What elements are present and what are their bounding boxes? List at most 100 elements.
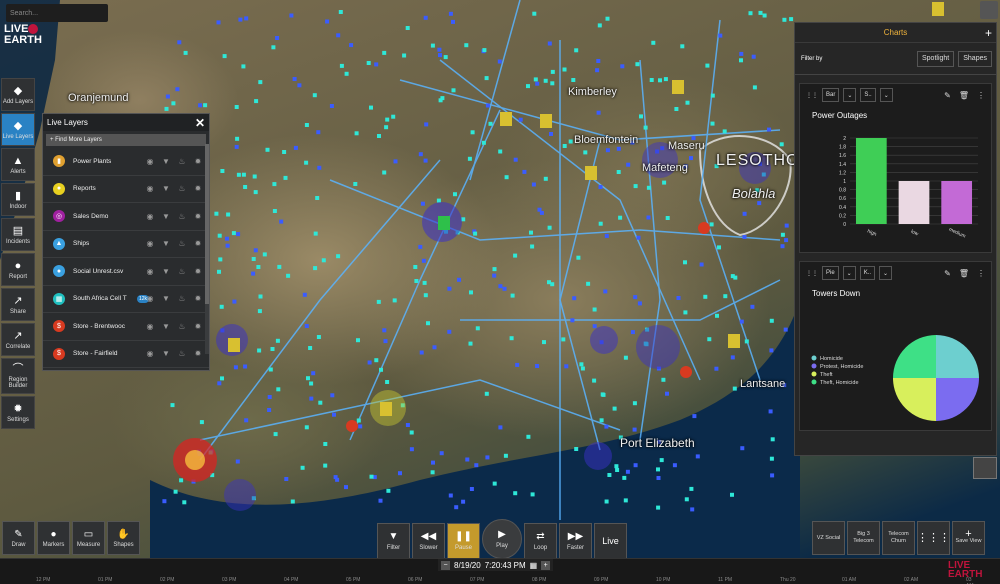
add-chart-icon[interactable]: +: [985, 23, 992, 43]
play-button[interactable]: ▶ Play: [482, 519, 522, 559]
drag-handle-icon[interactable]: ⋮⋮: [806, 92, 818, 99]
big-3-telecom-button[interactable]: Big 3 Telecom: [847, 521, 880, 555]
telecom-churn-button[interactable]: Telecom Churn: [882, 521, 915, 555]
filter-icon[interactable]: ▼: [161, 294, 171, 303]
chart-type-select[interactable]: Pie: [822, 266, 839, 280]
tool-correlate-button[interactable]: ↗ Correlate: [1, 323, 35, 356]
eye-icon[interactable]: ◉: [145, 349, 155, 358]
spotlight-button[interactable]: Spotlight: [917, 50, 955, 67]
increment-button[interactable]: +: [541, 560, 551, 570]
gear-icon[interactable]: ✹: [193, 349, 203, 358]
faster-button[interactable]: ▶▶ Faster: [559, 523, 592, 559]
layer-row[interactable]: $ Store - Fairfield ◉ ▼ ♨ ✹: [43, 341, 209, 368]
more-icon[interactable]: ⋮: [977, 269, 985, 278]
scrollbar[interactable]: [205, 144, 209, 354]
heat-icon[interactable]: ♨: [177, 267, 187, 276]
heat-icon[interactable]: ♨: [177, 212, 187, 221]
gear-icon[interactable]: ✹: [193, 157, 203, 166]
bar-medium[interactable]: [941, 181, 973, 224]
heat-icon[interactable]: ♨: [177, 322, 187, 331]
user-avatar[interactable]: [980, 1, 998, 19]
tool-alerts-button[interactable]: ▲ Alerts: [1, 148, 35, 181]
chart-type-select[interactable]: Bar: [822, 88, 840, 102]
gear-icon[interactable]: ✹: [193, 294, 203, 303]
heat-icon[interactable]: ♨: [177, 239, 187, 248]
filter-icon[interactable]: ▼: [161, 184, 171, 193]
layer-row[interactable]: ◎ Sales Demo ◉ ▼ ♨ ✹: [43, 203, 209, 231]
eye-icon[interactable]: ◉: [145, 184, 155, 193]
save-view-button[interactable]: + Save View: [952, 521, 985, 555]
bar-high[interactable]: [855, 138, 887, 224]
calendar-icon[interactable]: ▦: [530, 561, 538, 570]
eye-icon[interactable]: ◉: [145, 239, 155, 248]
layer-row[interactable]: ● Reports ◉ ▼ ♨ ✹: [43, 176, 209, 203]
tool-settings-button[interactable]: ✹ Settings: [1, 396, 35, 429]
grid-button[interactable]: ⋮⋮⋮: [917, 521, 950, 555]
heat-icon[interactable]: ♨: [177, 349, 187, 358]
trash-icon[interactable]: 🗑: [959, 91, 969, 100]
filter-icon[interactable]: ▼: [161, 349, 171, 358]
eye-icon[interactable]: ◉: [145, 157, 155, 166]
eye-icon[interactable]: ◉: [145, 212, 155, 221]
eye-icon[interactable]: ◉: [145, 267, 155, 276]
field-select[interactable]: K..: [859, 266, 876, 280]
decrement-button[interactable]: −: [441, 560, 450, 570]
chevron-down-icon[interactable]: ⌄: [879, 266, 893, 280]
tool-incidents-button[interactable]: ▤ Incidents: [1, 218, 35, 251]
measure-button[interactable]: ▭ Measure: [72, 521, 105, 555]
heat-icon[interactable]: ♨: [177, 184, 187, 193]
minimap-button[interactable]: [973, 457, 997, 479]
loop-button[interactable]: ⇄ Loop: [524, 523, 557, 559]
gear-icon[interactable]: ✹: [193, 322, 203, 331]
tool-add-layers-button[interactable]: ◆ Add Layers: [1, 78, 35, 111]
filter-icon[interactable]: ▼: [161, 212, 171, 221]
vz-social-button[interactable]: VZ Social: [812, 521, 845, 555]
tool-report-button[interactable]: ● Report: [1, 253, 35, 286]
tool-region-builder-button[interactable]: ⌒ Region Builder: [1, 358, 35, 394]
field-select[interactable]: S..: [860, 88, 876, 102]
filter-button[interactable]: ▼ Filter: [377, 523, 410, 559]
pie-slice[interactable]: [936, 378, 979, 421]
shapes-button[interactable]: Shapes: [958, 50, 992, 67]
eye-icon[interactable]: ◉: [145, 294, 155, 303]
layer-row[interactable]: $ Store - Brentwooc ◉ ▼ ♨ ✹: [43, 313, 209, 341]
markers-button[interactable]: ● Markers: [37, 521, 70, 555]
chevron-down-icon[interactable]: ⌄: [879, 88, 893, 102]
gear-icon[interactable]: ✹: [193, 184, 203, 193]
edit-icon[interactable]: ✎: [944, 269, 951, 278]
eye-icon[interactable]: ◉: [145, 322, 155, 331]
filter-icon[interactable]: ▼: [161, 322, 171, 331]
shapes-button[interactable]: ✋ Shapes: [107, 521, 140, 555]
gear-icon[interactable]: ✹: [193, 267, 203, 276]
gear-icon[interactable]: ✹: [193, 212, 203, 221]
chevron-down-icon[interactable]: ⌄: [842, 266, 856, 280]
close-icon[interactable]: ✕: [195, 116, 205, 130]
filter-icon[interactable]: ▼: [161, 157, 171, 166]
chevron-down-icon[interactable]: ⌄: [843, 88, 857, 102]
more-icon[interactable]: ⋮: [977, 91, 985, 100]
date-time-control[interactable]: − 8/19/20 7:20:43 PM ▦ +: [438, 559, 554, 571]
tool-live-layers-button[interactable]: ◆ Live Layers: [1, 113, 35, 146]
search-input[interactable]: Search...: [6, 4, 108, 22]
pie-slice[interactable]: [936, 335, 979, 378]
layer-row[interactable]: ● Social Unrest.csv ◉ ▼ ♨ ✹: [43, 258, 209, 286]
filter-icon[interactable]: ▼: [161, 267, 171, 276]
tool-indoor-button[interactable]: ▮ Indoor: [1, 183, 35, 216]
edit-icon[interactable]: ✎: [944, 91, 951, 100]
heat-icon[interactable]: ♨: [177, 294, 187, 303]
drag-handle-icon[interactable]: ⋮⋮: [806, 270, 818, 277]
gear-icon[interactable]: ✹: [193, 239, 203, 248]
layer-row[interactable]: ▲ Ships ◉ ▼ ♨ ✹: [43, 231, 209, 258]
filter-icon[interactable]: ▼: [161, 239, 171, 248]
pie-slice[interactable]: [893, 335, 936, 378]
find-more-layers-button[interactable]: + Find More Layers: [46, 134, 206, 146]
heat-icon[interactable]: ♨: [177, 157, 187, 166]
draw-button[interactable]: ✎ Draw: [2, 521, 35, 555]
live-button[interactable]: Live: [594, 523, 627, 559]
tool-share-button[interactable]: ↗ Share: [1, 288, 35, 321]
layer-row[interactable]: ▮ Power Plants ◉ ▼ ♨ ✹: [43, 148, 209, 176]
slower-button[interactable]: ◀◀ Slower: [412, 523, 445, 559]
layer-row[interactable]: ▦ South Africa Cell T 12k ◉ ▼ ♨ ✹: [43, 286, 209, 313]
trash-icon[interactable]: 🗑: [959, 269, 969, 278]
pie-slice[interactable]: [893, 378, 936, 421]
